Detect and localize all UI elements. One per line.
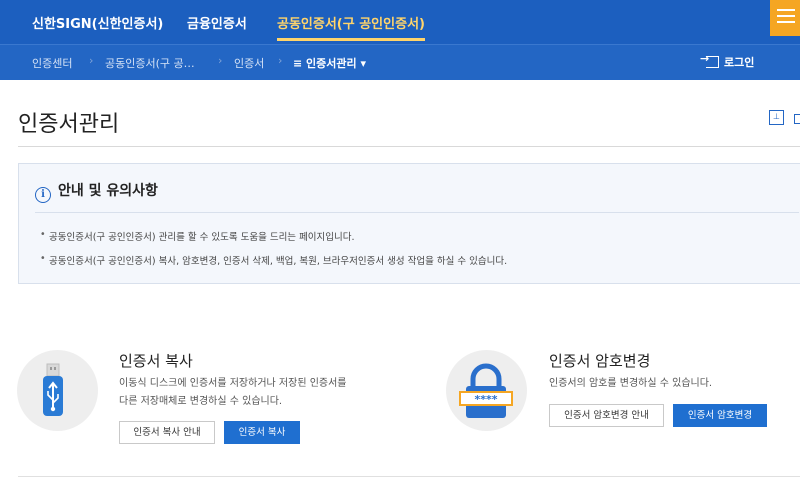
notice-item: 공동인증서(구 공인인증서) 복사, 암호변경, 인증서 삭제, 백업, 복원,… bbox=[40, 253, 507, 267]
card-desc-copy-line-1: 이동식 디스크에 인증서를 저장하거나 저장된 인증서를 bbox=[119, 378, 347, 389]
breadcrumb: 인증센터 › 공동인증서(구 공… › 인증서 › ≡ 인증서관리 ▾ 로그인 bbox=[0, 44, 800, 80]
chevron-right-icon: › bbox=[89, 54, 94, 67]
top-navigation: 신한SIGN(신한인증서) 금융인증서 공동인증서(구 공인인증서) bbox=[0, 0, 800, 44]
menu-button[interactable] bbox=[770, 0, 800, 36]
tab-shinhan-sign[interactable]: 신한SIGN(신한인증서) bbox=[32, 13, 163, 32]
padlock-password-icon: **** bbox=[446, 350, 527, 431]
tab-joint-certificate[interactable]: 공동인증서(구 공인인증서) bbox=[277, 13, 425, 41]
breadcrumb-item-joint-certificate[interactable]: 공동인증서(구 공… bbox=[105, 55, 195, 71]
info-icon: i bbox=[35, 187, 51, 203]
notice-heading-text: 안내 및 유의사항 bbox=[58, 183, 158, 199]
padlock-graphic: **** bbox=[459, 363, 513, 418]
menu-icon bbox=[777, 9, 795, 11]
notice-divider bbox=[35, 212, 799, 213]
login-icon bbox=[700, 52, 719, 68]
login-label: 로그인 bbox=[724, 56, 755, 69]
divider bbox=[18, 476, 800, 477]
chevron-right-icon: › bbox=[218, 54, 223, 67]
password-mask-text: **** bbox=[474, 393, 497, 406]
copy-certificate-button[interactable]: 인증서 복사 bbox=[224, 421, 300, 444]
copy-guide-button[interactable]: 인증서 복사 안내 bbox=[119, 421, 215, 444]
password-guide-button[interactable]: 인증서 암호변경 안내 bbox=[549, 404, 664, 427]
card-desc-password: 인증서의 암호를 변경하실 수 있습니다. bbox=[549, 378, 713, 389]
login-button[interactable]: 로그인 bbox=[700, 52, 755, 70]
card-desc-copy-line-2: 다른 저장매체로 변경하실 수 있습니다. bbox=[119, 396, 283, 407]
usb-drive-icon bbox=[17, 350, 98, 431]
share-icon[interactable] bbox=[794, 114, 800, 124]
tab-financial-certificate[interactable]: 금융인증서 bbox=[187, 13, 247, 32]
breadcrumb-item-certificate[interactable]: 인증서 bbox=[234, 55, 264, 71]
notice-box: i 안내 및 유의사항 공동인증서(구 공인인증서) 관리를 할 수 있도록 도움… bbox=[18, 163, 800, 284]
card-title-password: 인증서 암호변경 bbox=[549, 352, 651, 370]
change-password-button[interactable]: 인증서 암호변경 bbox=[673, 404, 767, 427]
breadcrumb-item-auth-center[interactable]: 인증센터 bbox=[32, 55, 72, 71]
breadcrumb-current-dropdown[interactable]: ≡ 인증서관리 ▾ bbox=[293, 55, 366, 71]
card-title-copy: 인증서 복사 bbox=[119, 352, 193, 370]
notice-item: 공동인증서(구 공인인증서) 관리를 할 수 있도록 도움을 드리는 페이지입니… bbox=[40, 229, 355, 243]
page-title: 인증서관리 bbox=[18, 112, 120, 137]
print-icon[interactable]: ⊥ bbox=[769, 110, 784, 125]
chevron-right-icon: › bbox=[278, 54, 283, 67]
notice-heading: i 안내 및 유의사항 bbox=[35, 180, 158, 203]
divider bbox=[18, 146, 800, 147]
usb-drive-graphic bbox=[43, 363, 63, 416]
